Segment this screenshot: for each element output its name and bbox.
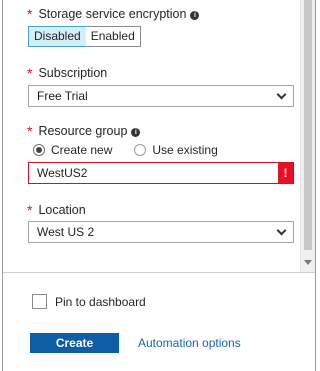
resource-group-label-row: * Resource group i — [27, 122, 141, 139]
encryption-disabled-option[interactable]: Disabled — [28, 26, 87, 47]
info-icon[interactable]: i — [190, 11, 200, 20]
form-scroll-area: * Storage service encryption i Disabled En… — [3, 0, 300, 272]
scrollbar-thumb[interactable] — [304, 0, 312, 250]
panel-right-border — [315, 0, 316, 371]
automation-options-link[interactable]: Automation options — [138, 336, 241, 350]
error-icon: ! — [278, 163, 293, 183]
scroll-down-arrow-icon[interactable] — [304, 260, 312, 265]
subscription-value: Free Trial — [37, 89, 88, 103]
subscription-label-row: * Subscription — [27, 64, 108, 81]
chevron-down-icon — [276, 225, 287, 236]
footer-divider — [3, 272, 315, 273]
required-asterisk: * — [27, 6, 33, 22]
subscription-label: Subscription — [38, 66, 108, 80]
encryption-label: Storage service encryption — [38, 7, 187, 21]
resource-group-input-value: WestUS2 — [37, 166, 88, 180]
encryption-label-row: * Storage service encryption i — [27, 5, 200, 22]
encryption-enabled-option[interactable]: Enabled — [85, 27, 140, 46]
required-asterisk: * — [27, 202, 33, 218]
vertical-scrollbar[interactable] — [300, 0, 315, 272]
radio-use-existing-label[interactable]: Use existing — [152, 143, 217, 157]
info-icon[interactable]: i — [131, 128, 141, 137]
pin-to-dashboard-label[interactable]: Pin to dashboard — [55, 295, 146, 309]
location-value: West US 2 — [37, 225, 95, 239]
location-select[interactable]: West US 2 — [28, 221, 294, 243]
chevron-down-icon — [276, 89, 287, 100]
location-label: Location — [38, 203, 86, 217]
encryption-toggle: Disabled Enabled — [28, 26, 141, 47]
subscription-select[interactable]: Free Trial — [28, 85, 294, 107]
radio-create-new[interactable] — [33, 144, 45, 156]
radio-selected-dot — [36, 147, 42, 153]
resource-group-label: Resource group — [38, 124, 128, 138]
radio-create-new-label[interactable]: Create new — [51, 143, 112, 157]
pin-to-dashboard-checkbox[interactable] — [32, 294, 47, 309]
location-label-row: * Location — [27, 201, 86, 218]
radio-use-existing[interactable] — [134, 144, 147, 156]
create-button[interactable]: Create — [30, 333, 119, 353]
resource-group-radio-row: Create new Use existing — [33, 143, 240, 157]
create-storage-panel: * Storage service encryption i Disabled En… — [0, 0, 318, 371]
required-asterisk: * — [27, 65, 33, 81]
resource-group-input[interactable]: WestUS2 ! — [28, 162, 294, 184]
required-asterisk: * — [27, 123, 33, 139]
